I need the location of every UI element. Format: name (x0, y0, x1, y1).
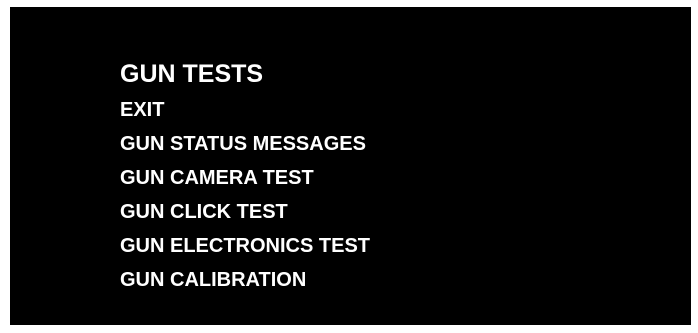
menu-list: EXIT GUN STATUS MESSAGES GUN CAMERA TEST… (120, 93, 370, 297)
menu-item-gun-click-test[interactable]: GUN CLICK TEST (120, 195, 370, 229)
menu-item-gun-electronics-test[interactable]: GUN ELECTRONICS TEST (120, 229, 370, 263)
menu-title: GUN TESTS (120, 60, 264, 88)
menu-item-gun-calibration[interactable]: GUN CALIBRATION (120, 263, 370, 297)
menu-item-gun-status-messages[interactable]: GUN STATUS MESSAGES (120, 127, 370, 161)
test-menu-screen: GUN TESTS EXIT GUN STATUS MESSAGES GUN C… (10, 7, 691, 325)
gun-tests-menu: GUN TESTS EXIT GUN STATUS MESSAGES GUN C… (120, 59, 370, 297)
menu-item-gun-camera-test[interactable]: GUN CAMERA TEST (120, 161, 370, 195)
menu-item-exit[interactable]: EXIT (120, 93, 370, 127)
